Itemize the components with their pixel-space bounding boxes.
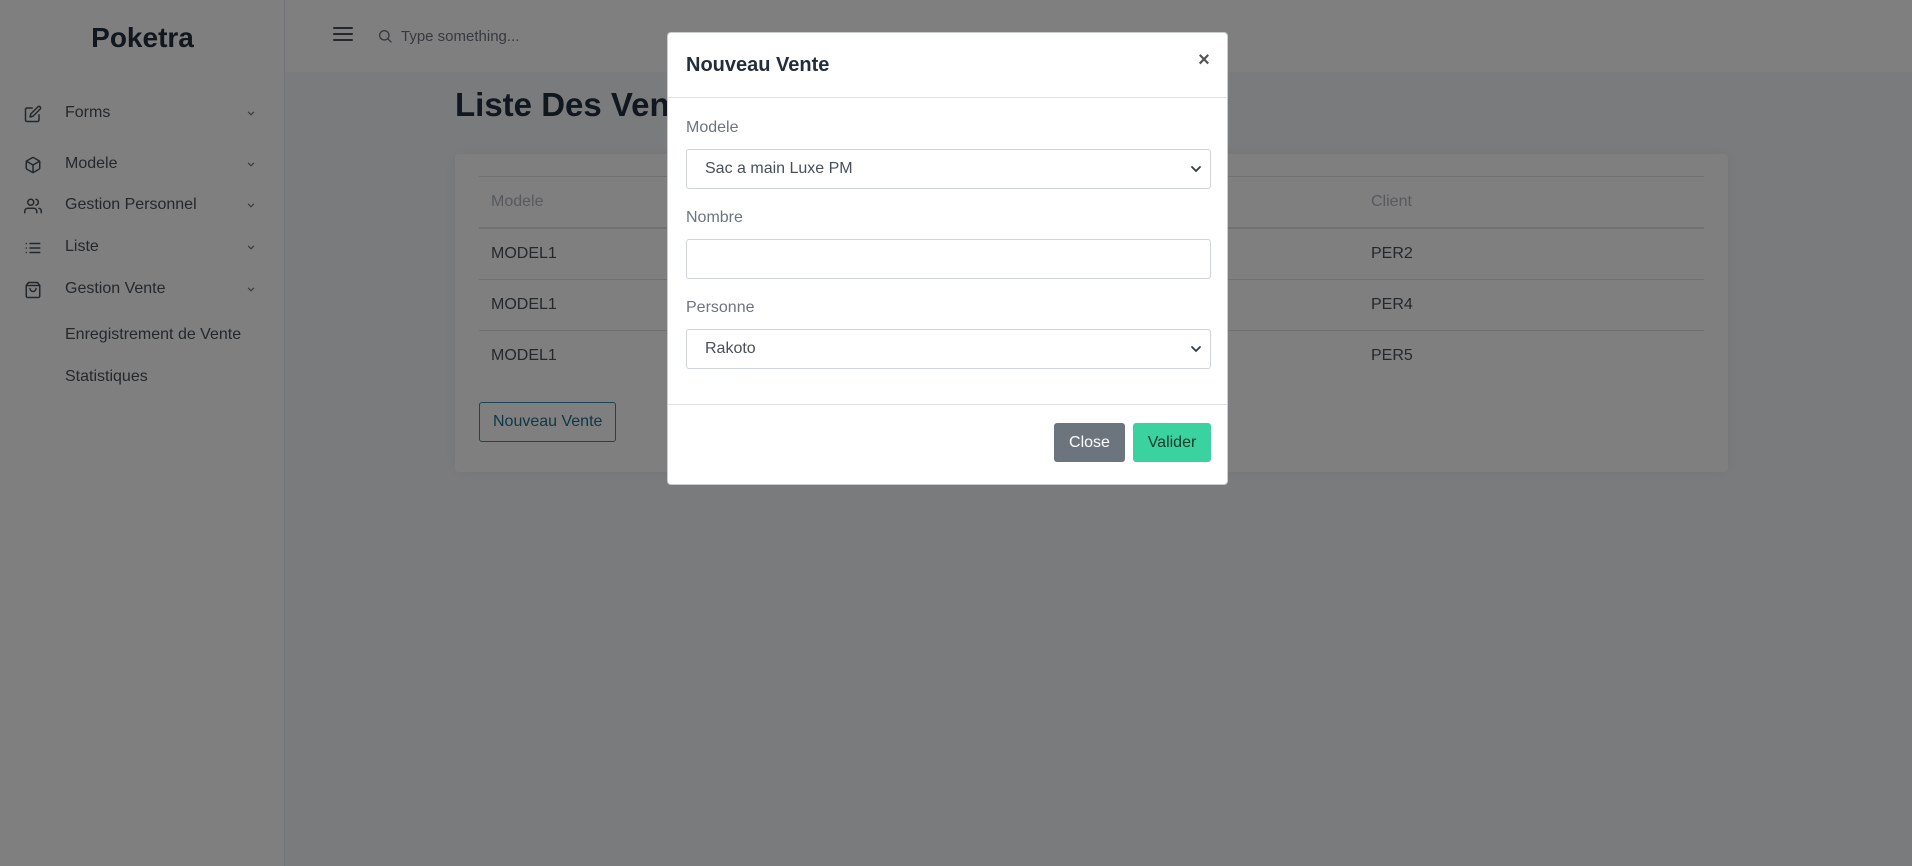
modal-header: Nouveau Vente ×: [668, 33, 1227, 98]
personne-select-value: Rakoto: [705, 340, 756, 357]
modal-footer: Close Valider: [668, 404, 1227, 484]
close-button[interactable]: Close: [1054, 423, 1125, 462]
modele-label: Modele: [686, 119, 739, 136]
valider-button[interactable]: Valider: [1133, 423, 1211, 462]
chevron-down-icon: [1191, 346, 1201, 353]
personne-label: Personne: [686, 299, 755, 316]
nombre-field[interactable]: [686, 239, 1211, 279]
modele-select-value: Sac a main Luxe PM: [705, 160, 853, 177]
nombre-label: Nombre: [686, 209, 743, 226]
modal-title: Nouveau Vente: [686, 54, 830, 76]
chevron-down-icon: [1191, 166, 1201, 173]
modele-select[interactable]: Sac a main Luxe PM: [686, 149, 1211, 189]
new-sale-modal: Nouveau Vente × Modele Sac a main Luxe P…: [667, 32, 1228, 485]
personne-select[interactable]: Rakoto: [686, 329, 1211, 369]
close-icon[interactable]: ×: [1195, 49, 1213, 71]
